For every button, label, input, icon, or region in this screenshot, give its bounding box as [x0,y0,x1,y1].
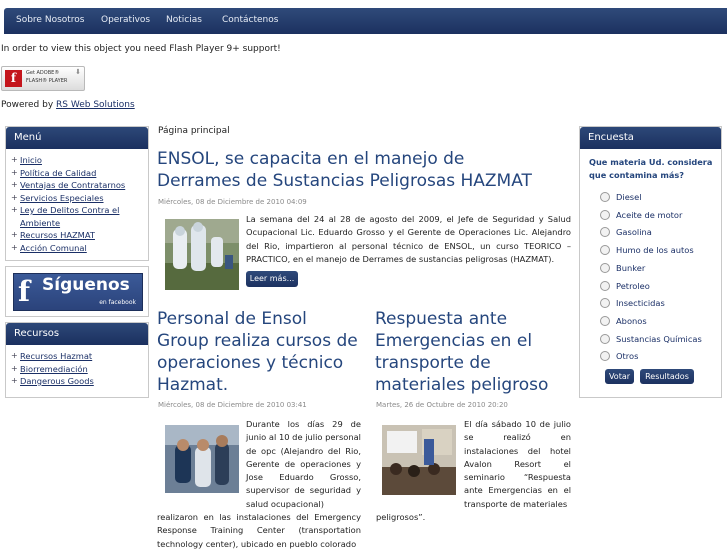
radio-button[interactable] [600,191,610,202]
poll-option-petroleo[interactable]: Petroleo [600,280,650,292]
recursos-item-hazmat[interactable]: Recursos Hazmat [11,350,148,363]
article3-full-text: peligrosos”. [376,512,426,522]
siguenos-label: Síguenos [42,275,130,295]
flash-button-line1: Get ADOBE® [26,70,60,76]
article2-side-text: Durante los días 29 de junio al 10 de ju… [246,419,361,509]
recursos-title: Recursos [6,323,148,345]
recursos-item-biorremediacion[interactable]: Biorremediación [11,363,148,376]
adobe-flash-logo-icon: f [5,70,22,87]
poll-title: Encuesta [580,127,721,149]
radio-button[interactable] [600,209,610,220]
read-more-button[interactable]: Leer más... [246,271,298,287]
nav-item-noticias[interactable]: Noticias [166,15,202,25]
article3-side-text: El día sábado 10 de julio se realizó en … [464,419,571,509]
vote-button[interactable]: Votar [605,369,634,384]
radio-button[interactable] [600,333,610,344]
radio-button[interactable] [600,280,610,291]
radio-button[interactable] [600,350,610,361]
get-flash-player-button[interactable]: f Get ADOBE® FLASH® PLAYER ⬇ [1,66,85,91]
poll-question: Que materia Ud. considera que contamina … [589,157,713,180]
nav-item-sobre-nosotros[interactable]: Sobre Nosotros [16,15,85,25]
top-strip [0,0,727,8]
poll-option-humo[interactable]: Humo de los autos [600,244,694,256]
radio-button[interactable] [600,297,610,308]
rs-web-solutions-link[interactable]: RS Web Solutions [56,100,135,110]
article3-date: Martes, 26 de Octubre de 2010 20:20 [376,401,508,409]
menu-item-accion-comunal[interactable]: Acción Comunal [11,242,148,255]
recursos-item-dangerous-goods[interactable]: Dangerous Goods [11,375,148,388]
radio-button[interactable] [600,226,610,237]
radio-button[interactable] [600,315,610,326]
recursos-box: Recursos Recursos Hazmat Biorremediación… [5,322,149,398]
article1-date: Miércoles, 08 de Diciembre de 2010 04:09 [158,198,307,206]
facebook-follow-button[interactable]: f Síguenos en facebook [13,273,143,311]
menu-title: Menú [6,127,148,149]
article2-title[interactable]: Personal de Ensol Group realiza cursos d… [157,308,362,396]
facebook-icon: f [18,275,31,308]
radio-button[interactable] [600,262,610,273]
recursos-list: Recursos Hazmat Biorremediación Dangerou… [6,345,148,388]
menu-item-ventajas[interactable]: Ventajas de Contratarnos [11,179,148,192]
article1-text: La semana del 24 al 28 de agosto del 200… [246,214,571,264]
poll-option-otros[interactable]: Otros [600,350,638,362]
article3-photo [382,425,456,495]
menu-item-servicios[interactable]: Servicios Especiales [11,192,148,205]
powered-by-label: Powered by [1,100,57,110]
poll-option-abonos[interactable]: Abonos [600,315,647,327]
article1-title[interactable]: ENSOL, se capacita en el manejo de Derra… [157,148,542,192]
poll-option-aceite[interactable]: Aceite de motor [600,209,682,221]
nav-item-operativos[interactable]: Operativos [101,15,150,25]
download-arrow-icon: ⬇ [75,68,81,76]
menu-box: Menú Inicio Política de Calidad Ventajas… [5,126,149,261]
flash-button-line2: FLASH® PLAYER [26,78,68,84]
breadcrumb: Página principal [158,126,230,136]
article3-title[interactable]: Respuesta ante Emergencias en el transpo… [375,308,570,396]
article2-photo [165,425,239,493]
en-facebook-label: en facebook [99,299,136,306]
menu-item-ley[interactable]: Ley de Delitos Contra el Ambiente [11,204,132,229]
poll-option-bunker[interactable]: Bunker [600,262,645,274]
radio-button[interactable] [600,244,610,255]
poll-option-diesel[interactable]: Diesel [600,191,642,203]
menu-item-recursos-hazmat[interactable]: Recursos HAZMAT [11,229,148,242]
article1-photo [165,219,239,290]
powered-by: Powered by RS Web Solutions [1,100,135,110]
article2-date: Miércoles, 08 de Diciembre de 2010 03:41 [158,401,307,409]
poll-option-insecticidas[interactable]: Insecticidas [600,297,665,309]
menu-item-politica[interactable]: Política de Calidad [11,167,148,180]
menu-item-inicio[interactable]: Inicio [11,154,148,167]
poll-option-sustancias[interactable]: Sustancias Químicas [600,333,702,345]
main-nav: Sobre Nosotros Operativos Noticias Contá… [4,8,727,34]
flash-message: In order to view this object you need Fl… [1,44,281,54]
menu-list: Inicio Política de Calidad Ventajas de C… [6,149,148,254]
results-button[interactable]: Resultados [640,369,694,384]
poll-option-gasolina[interactable]: Gasolina [600,226,652,238]
nav-item-contactenos[interactable]: Contáctenos [222,15,278,25]
